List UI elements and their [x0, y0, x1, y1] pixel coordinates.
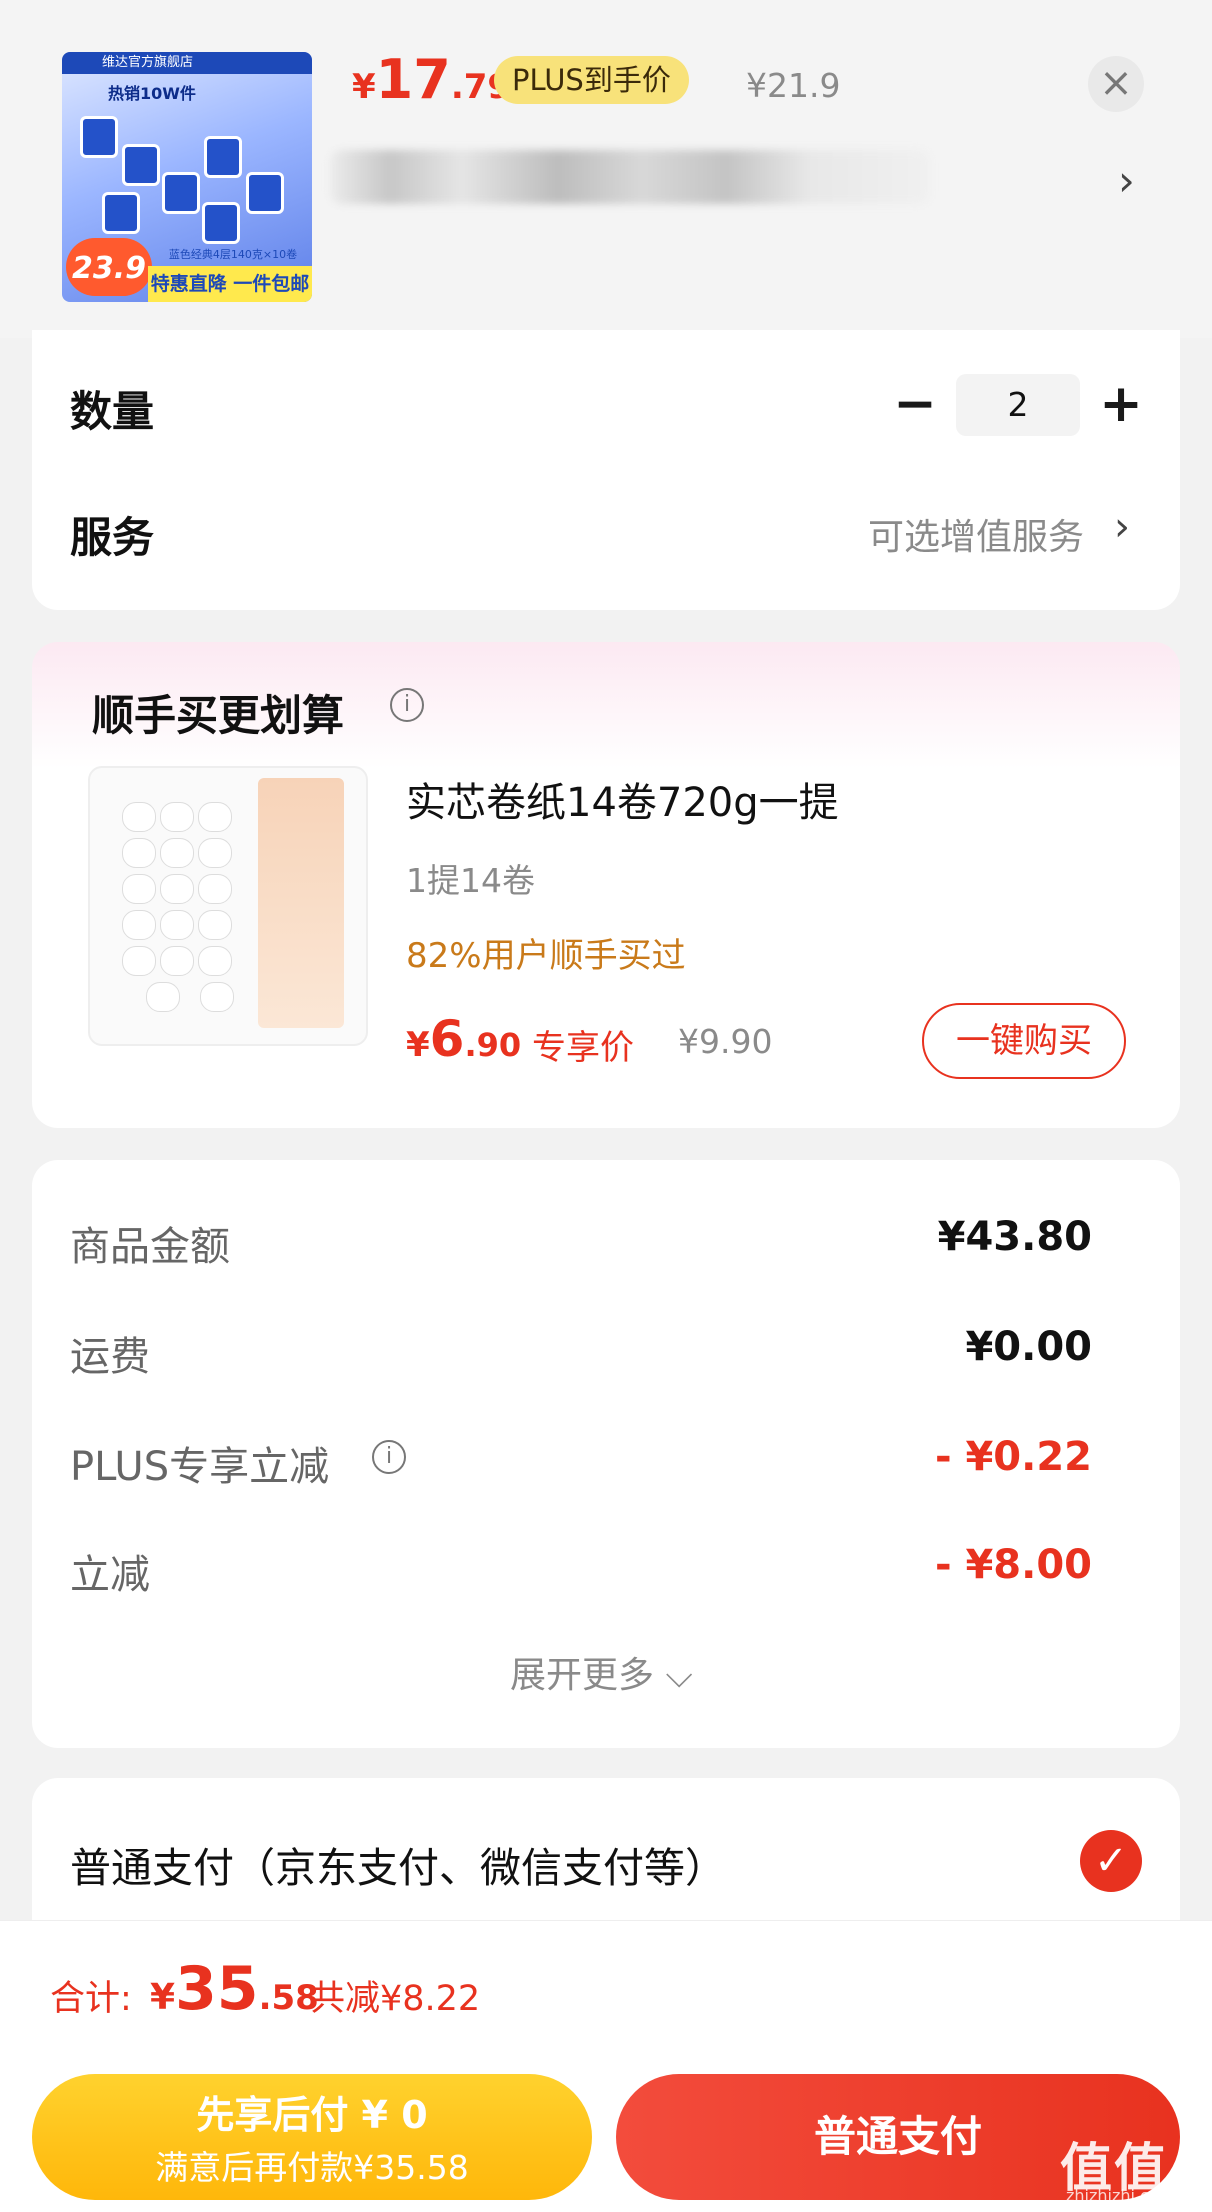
- expand-more-button[interactable]: 展开更多 ⌵: [510, 1646, 693, 1698]
- service-selector[interactable]: 可选增值服务: [868, 508, 1084, 560]
- info-icon[interactable]: i: [390, 688, 424, 722]
- tissue-roll: [122, 874, 156, 904]
- one-click-buy-button[interactable]: 一键购买: [922, 1003, 1126, 1079]
- close-icon: ×: [1099, 60, 1133, 106]
- tissue-roll: [198, 802, 232, 832]
- tissue-roll: [160, 910, 194, 940]
- thumb-roll: [122, 144, 160, 186]
- thumb-shop-label: 维达官方旗舰店: [62, 52, 312, 74]
- payment-option-label[interactable]: 普通支付（京东支付、微信支付等）: [70, 1834, 726, 1894]
- summary-row-value: - ¥0.22: [934, 1434, 1092, 1480]
- plus-price-badge: PLUS到手价: [494, 56, 689, 104]
- product-title-blurred[interactable]: [330, 150, 930, 204]
- tissue-roll: [160, 838, 194, 868]
- addon-product-image[interactable]: [88, 766, 368, 1046]
- chevron-right-icon[interactable]: ›: [1114, 504, 1130, 550]
- chevron-right-icon[interactable]: ›: [1118, 156, 1135, 205]
- summary-row-value: - ¥8.00: [934, 1542, 1092, 1588]
- total-symbol: ¥: [150, 1977, 176, 2018]
- tissue-roll: [146, 982, 180, 1012]
- addon-popularity: 82%用户顺手买过: [406, 936, 686, 976]
- product-thumbnail[interactable]: 维达官方旗舰店 热销10W件 23.9 蓝色经典4层140克×10卷 特惠直降 …: [62, 52, 312, 302]
- options-card: [32, 330, 1180, 610]
- thumb-spec: 蓝色经典4层140克×10卷: [168, 248, 298, 261]
- tissue-roll: [160, 946, 194, 976]
- addon-price-decimal: .90: [464, 1026, 522, 1064]
- total-saved: 共减¥8.22: [310, 1979, 481, 2019]
- pay-later-button[interactable]: 先享后付 ¥ 0 满意后再付款¥35.58: [32, 2074, 592, 2200]
- thumb-promo: 特惠直降 一件包邮: [148, 266, 312, 302]
- price-symbol: ¥: [352, 67, 376, 107]
- thumb-roll: [80, 116, 118, 158]
- thumb-roll: [204, 136, 242, 178]
- thumb-roll: [162, 172, 200, 214]
- service-label: 服务: [70, 513, 155, 562]
- thumb-roll: [246, 172, 284, 214]
- thumb-roll: [102, 192, 140, 234]
- product-price: ¥ 17 .79: [352, 48, 511, 111]
- addon-section-title: 顺手买更划算: [92, 691, 345, 740]
- tissue-roll: [198, 874, 232, 904]
- summary-row-label: PLUS专享立减: [70, 1444, 330, 1490]
- addon-price: ¥ 6 .90: [406, 1010, 521, 1068]
- pay-later-line1: 先享后付 ¥ 0: [196, 2093, 428, 2137]
- close-button[interactable]: ×: [1088, 56, 1144, 112]
- total-integer: 35: [175, 1954, 259, 2024]
- quantity-decrease-button[interactable]: −: [890, 376, 940, 436]
- original-price: ¥21.9: [746, 66, 841, 105]
- total-amount: ¥ 35 .58: [150, 1954, 319, 2024]
- total-label: 合计:: [50, 1979, 132, 2019]
- tissue-roll: [122, 802, 156, 832]
- tissue-roll: [198, 910, 232, 940]
- info-icon[interactable]: i: [372, 1440, 406, 1474]
- tissue-roll: [122, 946, 156, 976]
- tissue-roll: [200, 982, 234, 1012]
- price-integer: 17: [375, 48, 451, 111]
- tissue-roll: [160, 874, 194, 904]
- pay-later-line2: 满意后再付款¥35.58: [155, 2148, 469, 2187]
- quantity-input[interactable]: 2: [956, 374, 1080, 436]
- addon-exclusive-label: 专享价: [532, 1028, 634, 1068]
- summary-row-label: 商品金额: [70, 1224, 230, 1270]
- addon-product-name[interactable]: 实芯卷纸14卷720g一提: [406, 770, 839, 828]
- summary-row-label: 运费: [70, 1334, 150, 1380]
- check-icon[interactable]: ✓: [1080, 1830, 1142, 1892]
- thumb-price-tag: 23.9: [66, 238, 152, 296]
- quantity-label: 数量: [70, 387, 155, 436]
- tissue-roll: [198, 838, 232, 868]
- tissue-package: [258, 778, 344, 1028]
- summary-row-value: ¥0.00: [965, 1324, 1092, 1370]
- quantity-increase-button[interactable]: +: [1096, 376, 1146, 436]
- tissue-roll: [122, 838, 156, 868]
- tissue-roll: [122, 910, 156, 940]
- tissue-roll: [198, 946, 232, 976]
- thumb-roll: [202, 202, 240, 244]
- addon-product-spec: 1提14卷: [406, 861, 535, 900]
- tissue-roll: [160, 802, 194, 832]
- watermark-url: zhizhizhi.com: [1066, 2186, 1175, 2205]
- addon-price-symbol: ¥: [406, 1025, 430, 1065]
- summary-row-value: ¥43.80: [937, 1214, 1092, 1260]
- addon-price-integer: 6: [429, 1010, 465, 1068]
- summary-row-label: 立减: [70, 1552, 150, 1598]
- thumb-hot-label: 热销10W件: [108, 84, 196, 103]
- addon-original-price: ¥9.90: [678, 1022, 773, 1061]
